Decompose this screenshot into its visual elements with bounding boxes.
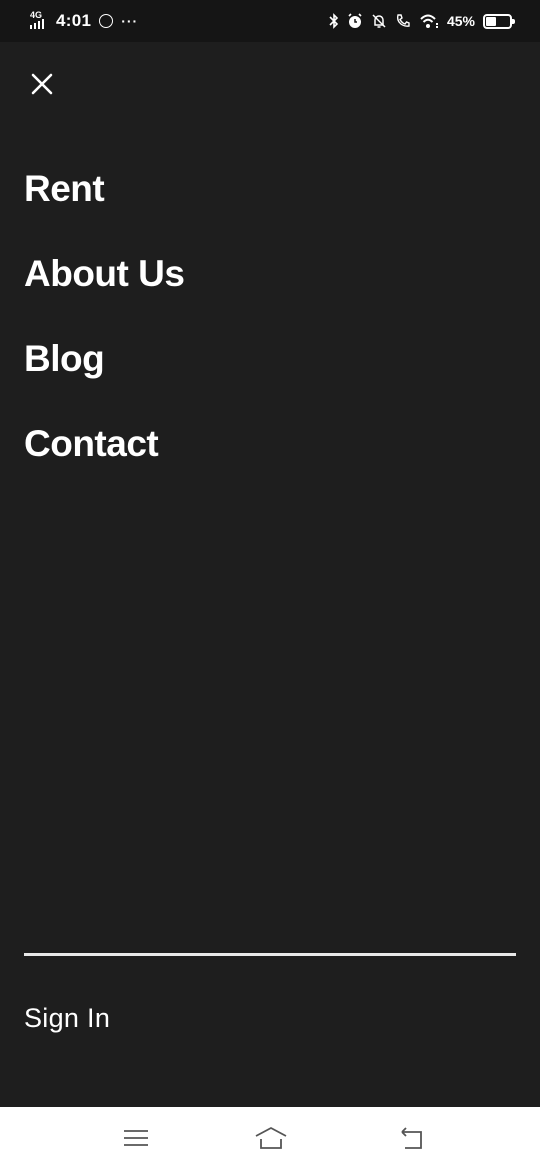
- navigation-menu: Rent About Us Blog Contact: [24, 164, 185, 504]
- status-bar-left: 4G 4:01 ···: [30, 11, 138, 31]
- menu-item-about-us: About Us: [24, 249, 185, 334]
- clock-time: 4:01: [56, 11, 92, 30]
- back-icon: [401, 1127, 422, 1149]
- signal-icon: 4G: [30, 11, 48, 31]
- menu-divider: [24, 953, 516, 956]
- system-navigation-bar: [0, 1107, 540, 1170]
- back-button[interactable]: [397, 1123, 427, 1153]
- battery-icon: [483, 13, 515, 29]
- home-icon: [255, 1127, 287, 1149]
- status-bar-right: 45%: [329, 13, 515, 29]
- home-button[interactable]: [254, 1123, 288, 1153]
- close-menu-button[interactable]: [28, 70, 56, 98]
- menu-link-rent[interactable]: Rent: [24, 164, 105, 214]
- battery-percentage: 45%: [446, 13, 475, 29]
- whatsapp-icon: [99, 14, 114, 28]
- recents-menu-icon: [124, 1130, 148, 1146]
- alarm-icon: [348, 13, 362, 28]
- recents-button[interactable]: [121, 1123, 151, 1153]
- mute-icon: [372, 14, 386, 28]
- close-icon: [31, 73, 53, 95]
- menu-item-rent: Rent: [24, 164, 184, 249]
- menu-link-contact[interactable]: Contact: [24, 419, 159, 469]
- call-icon: [396, 14, 410, 27]
- menu-link-about-us[interactable]: About Us: [24, 249, 185, 299]
- menu-link-blog[interactable]: Blog: [24, 334, 105, 384]
- sign-in-link[interactable]: Sign In: [24, 999, 110, 1037]
- more-notifications-indicator: ···: [121, 13, 139, 29]
- menu-item-contact: Contact: [24, 419, 184, 504]
- status-bar: 4G 4:01 ··· 45%: [0, 0, 540, 42]
- menu-item-blog: Blog: [24, 334, 184, 419]
- bluetooth-icon: [329, 13, 339, 29]
- wifi-icon: [420, 14, 438, 28]
